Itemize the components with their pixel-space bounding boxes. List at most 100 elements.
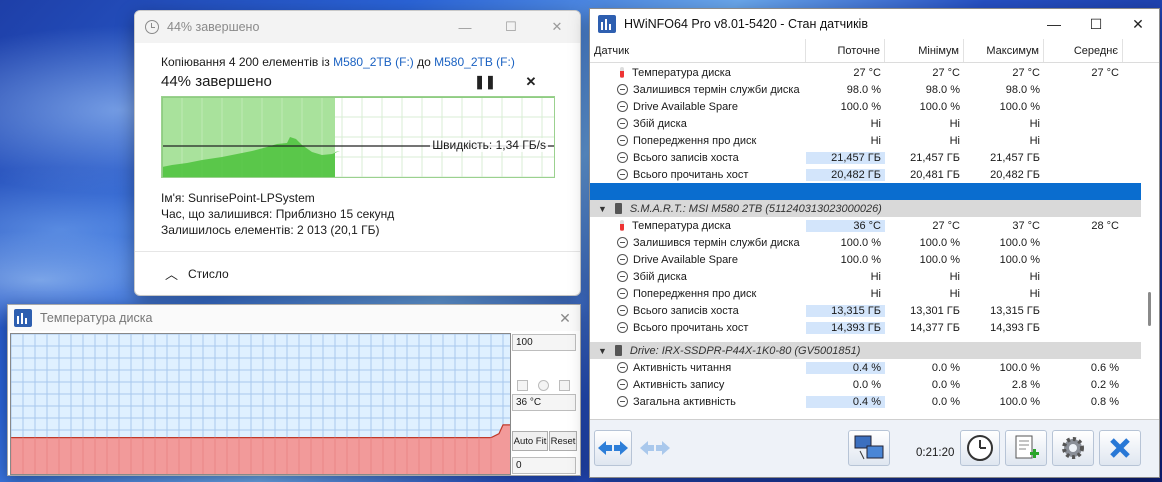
logging-button[interactable] [1005, 430, 1047, 466]
sensor-name: Температура диска [632, 66, 731, 79]
sensor-min: 100.0 % [919, 253, 960, 266]
sensor-name: Температура диска [632, 219, 731, 232]
option-checkbox[interactable] [517, 380, 528, 391]
sensor-row[interactable]: Залишився термін служби диска 98.0 % 98.0 … [590, 81, 1141, 98]
sensor-min: 100.0 % [919, 100, 960, 113]
sensor-min: 13,301 ГБ [910, 304, 960, 317]
close-button[interactable]: ✕ [550, 310, 580, 327]
sensor-current: 98.0 % [846, 83, 881, 96]
sensor-min: Ні [949, 117, 960, 130]
sensor-max: Ні [1029, 287, 1040, 300]
sensor-max: Ні [1029, 117, 1040, 130]
network-sensors-button[interactable] [848, 430, 890, 466]
sensor-current: Ні [870, 287, 881, 300]
pause-button[interactable]: ❚❚ [462, 74, 508, 90]
sensor-row[interactable]: Попередження про диск Ні Ні Ні [590, 132, 1141, 149]
temperature-plot [10, 333, 511, 475]
sensor-name: Всього записів хоста [633, 304, 739, 317]
sensor-clock-icon [617, 288, 628, 299]
option-radio[interactable] [538, 380, 549, 391]
maximize-button[interactable]: ☐ [488, 11, 534, 43]
sensor-row[interactable]: Всього записів хоста 21,457 ГБ 21,457 ГБ 21… [590, 149, 1141, 166]
fewer-details-toggle[interactable]: ︿ Стисло [135, 251, 580, 295]
column-sensor[interactable]: Датчик [590, 39, 806, 62]
sensor-name: Загальна активність [633, 395, 736, 408]
network-computers-icon [854, 435, 884, 460]
sensor-clock-icon [617, 362, 628, 373]
sensor-row[interactable]: Збій диска Ні Ні Ні [590, 268, 1141, 285]
column-maximum[interactable]: Максимум [964, 39, 1044, 62]
cancel-copy-button[interactable]: ✕ [508, 74, 554, 90]
sensor-row[interactable]: Всього прочитань хост 14,393 ГБ 14,377 ГБ 1… [590, 319, 1141, 336]
sensor-row[interactable]: Активність читання 0.4 % 0.0 % 100.0 % 0.6 % [590, 359, 1141, 376]
sensor-row[interactable]: Drive Available Spare 100.0 % 100.0 % 100.0… [590, 251, 1141, 268]
close-button[interactable]: ✕ [534, 11, 580, 43]
sensor-min: Ні [949, 270, 960, 283]
sensor-current: 20,482 ГБ [806, 168, 885, 181]
sensor-name: Активність запису [633, 378, 725, 391]
group-title: S.M.A.R.T.: MSI M580 2TB (51124031302300… [629, 202, 882, 215]
column-average[interactable]: Середнє [1044, 39, 1123, 62]
sensor-clock-icon [617, 322, 628, 333]
hwinfo-titlebar: HWiNFO64 Pro v8.01-5420 - Стан датчиків … [590, 9, 1159, 39]
sensor-min: 14,377 ГБ [910, 321, 960, 334]
maximize-button[interactable]: ☐ [1075, 16, 1117, 33]
close-button[interactable]: ✕ [1117, 16, 1159, 33]
sensor-current: Ні [870, 270, 881, 283]
left-right-arrows-icon [640, 441, 670, 455]
sensor-row[interactable]: Всього прочитань хост 20,482 ГБ 20,481 ГБ 2… [590, 166, 1141, 183]
minimize-button[interactable]: — [1033, 16, 1075, 32]
navigate-arrows-disabled [636, 430, 674, 466]
clock-icon [967, 435, 993, 461]
add-log-document-icon [1015, 435, 1039, 459]
sensor-name: Попередження про диск [633, 134, 757, 147]
reset-button[interactable]: Reset [549, 431, 577, 451]
sensor-row[interactable]: Drive Available Spare 100.0 % 100.0 % 100.0… [590, 98, 1141, 115]
sensor-max: Ні [1029, 134, 1040, 147]
sensor-row[interactable]: Збій диска Ні Ні Ні [590, 115, 1141, 132]
sensor-name: Drive Available Spare [633, 100, 738, 113]
sensor-current: 27 °C [853, 66, 881, 79]
sensor-min: 20,481 ГБ [910, 168, 960, 181]
navigate-arrows-button[interactable] [594, 430, 632, 466]
sensor-avg: 27 °C [1091, 66, 1119, 79]
sensor-row[interactable]: Температура диска 36 °C 27 °C 37 °C 28 °C [590, 217, 1141, 234]
sensor-current: 100.0 % [840, 236, 881, 249]
sensor-max: 100.0 % [999, 100, 1040, 113]
close-sensors-button[interactable] [1099, 430, 1141, 466]
sensor-name: Попередження про диск [633, 287, 757, 300]
column-current[interactable]: Поточне [806, 39, 885, 62]
sensor-max: 100.0 % [999, 253, 1040, 266]
gear-icon [1062, 437, 1084, 459]
scrollbar-thumb[interactable] [1148, 292, 1151, 326]
chevron-down-icon[interactable]: ▼ [598, 204, 607, 214]
sensor-row[interactable]: Активність запису 0.0 % 0.0 % 2.8 % 0.2 % [590, 376, 1141, 393]
group-header-smart[interactable]: ▼ S.M.A.R.T.: MSI M580 2TB (5112403130230… [590, 200, 1141, 217]
sensor-max: 27 °C [1012, 66, 1040, 79]
sensor-row[interactable]: Загальна активність 0.4 % 0.0 % 100.0 % 0.8 … [590, 393, 1141, 410]
timer-reset-button[interactable] [960, 430, 1000, 466]
minimize-button[interactable]: — [442, 11, 488, 43]
destination-link[interactable]: M580_2TB (F:) [434, 55, 515, 69]
sensor-row[interactable]: Температура диска 27 °C 27 °C 27 °C 27 °C [590, 64, 1141, 81]
auto-fit-button[interactable]: Auto Fit [512, 431, 548, 451]
sensor-clock-icon [617, 152, 628, 163]
sensor-max: 20,482 ГБ [990, 168, 1040, 181]
settings-button[interactable] [1052, 430, 1094, 466]
sensor-min: 0.0 % [931, 378, 960, 391]
selected-row[interactable] [590, 183, 1141, 200]
column-minimum[interactable]: Мінімум [885, 39, 964, 62]
vertical-scrollbar[interactable] [1143, 64, 1157, 419]
sensor-row[interactable]: Залишився термін служби диска 100.0 % 100.… [590, 234, 1141, 251]
min-scale-field[interactable]: 0 [512, 457, 576, 474]
source-link[interactable]: M580_2TB (F:) [333, 55, 414, 69]
sensor-row[interactable]: Всього записів хоста 13,315 ГБ 13,301 ГБ 13… [590, 302, 1141, 319]
max-scale-field[interactable]: 100 [512, 334, 576, 351]
sensor-min: Ні [949, 287, 960, 300]
sensor-row[interactable]: Попередження про диск Ні Ні Ні [590, 285, 1141, 302]
option-toggle[interactable] [559, 380, 570, 391]
chevron-down-icon[interactable]: ▼ [598, 346, 607, 356]
sensor-current: 100.0 % [840, 100, 881, 113]
group-header-drive[interactable]: ▼ Drive: IRX-SSDPR-P44X-1K0-80 (GV5001851… [590, 342, 1141, 359]
hwinfo-app-icon [598, 15, 616, 33]
